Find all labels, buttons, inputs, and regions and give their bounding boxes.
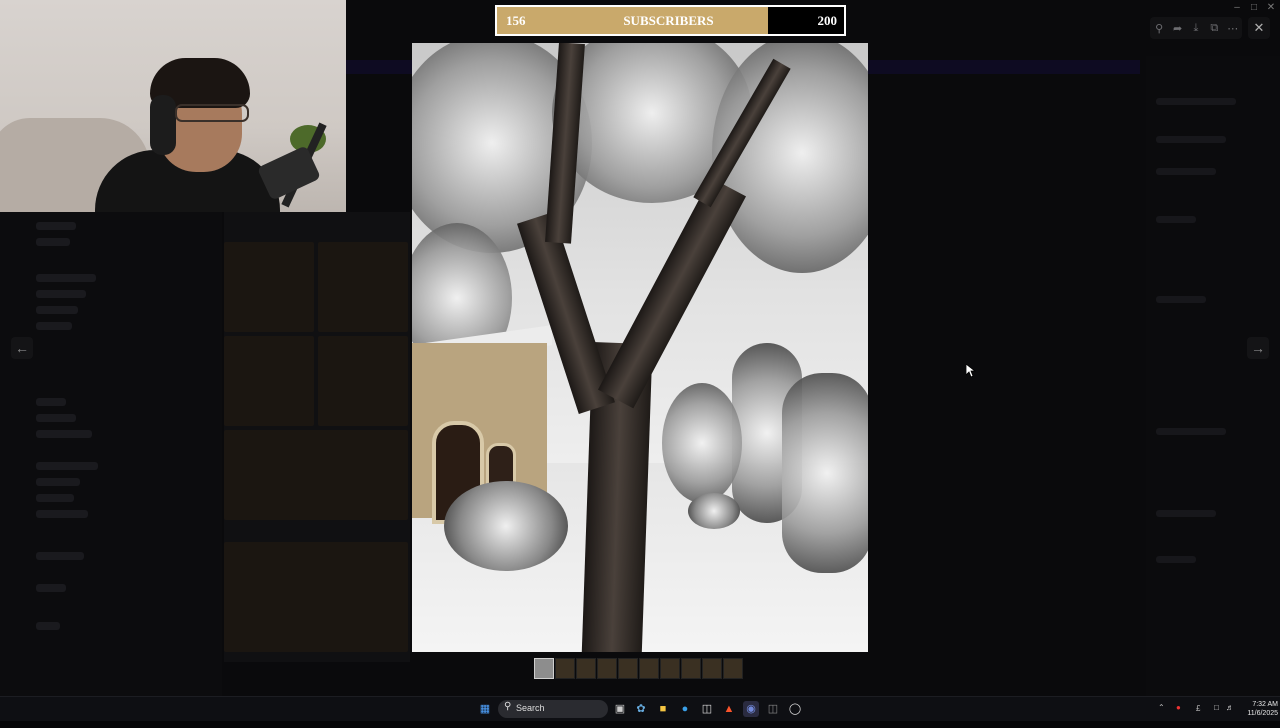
taskbar: ▦ ⚲ Search ▣ ✿ ■ ● ◫ ▲ ◉ ◫ ◯ ⌃ ● £ □ ♬ 7… <box>0 696 1280 721</box>
open-external-icon[interactable]: ⧉ <box>1206 22 1222 35</box>
zoom-icon[interactable]: ⚲ <box>1151 22 1167 35</box>
arrow-left-icon: ← <box>15 340 29 356</box>
subscriber-label: SUBSCRIBERS <box>623 13 714 28</box>
next-image-button[interactable]: → <box>1247 337 1269 359</box>
thumbnail[interactable] <box>639 658 659 679</box>
thumbnail[interactable] <box>597 658 617 679</box>
background-member-list <box>1146 56 1280 696</box>
microphone-icon[interactable]: ● <box>1176 703 1181 727</box>
currency-icon[interactable]: £ <box>1196 704 1200 728</box>
file-explorer-icon[interactable]: ■ <box>655 701 671 717</box>
xbox-icon[interactable]: ◫ <box>765 701 781 717</box>
more-icon[interactable]: ⋯ <box>1225 22 1241 35</box>
clock-time: 7:32 AM <box>1252 701 1278 708</box>
windows-start-icon[interactable]: ▦ <box>477 701 493 717</box>
previous-image-button[interactable]: ← <box>11 337 33 359</box>
thumbnail[interactable] <box>723 658 743 679</box>
thumbnail[interactable] <box>618 658 638 679</box>
taskbar-search[interactable]: ⚲ Search <box>498 700 608 718</box>
volume-icon[interactable]: ♬ <box>1226 703 1234 727</box>
task-view-icon[interactable]: ▣ <box>612 701 628 717</box>
chrome-icon[interactable]: ◯ <box>787 701 803 717</box>
thumbnail-strip <box>534 658 746 679</box>
search-label: Search <box>516 703 545 713</box>
search-icon: ⚲ <box>504 701 512 712</box>
share-icon[interactable]: ➦ <box>1170 22 1186 35</box>
mouse-cursor <box>966 364 976 378</box>
edge-icon[interactable]: ● <box>677 701 693 717</box>
viewer-toolbar: ⚲ ➦ ⤓ ⧉ ⋯ <box>1150 17 1242 39</box>
thumbnail[interactable] <box>534 658 554 679</box>
clock-date: 11/6/2025 <box>1247 710 1278 717</box>
viewer-image-snowy-tree[interactable] <box>412 43 868 652</box>
thumbnail[interactable] <box>702 658 722 679</box>
discord-icon[interactable]: ◉ <box>743 701 759 717</box>
window-close-button[interactable]: ✕ <box>1262 0 1280 16</box>
subscriber-goal-bar: 156 SUBSCRIBERS 200 <box>495 5 846 36</box>
close-icon: ✕ <box>1253 20 1265 35</box>
tray-chevron-icon[interactable]: ⌃ <box>1158 703 1165 727</box>
taskbar-clock[interactable]: 7:32 AM 11/6/2025 <box>1238 700 1278 718</box>
thumbnail[interactable] <box>576 658 596 679</box>
background-channel-list <box>0 212 222 696</box>
brave-icon[interactable]: ▲ <box>721 701 737 717</box>
close-viewer-button[interactable]: ✕ <box>1248 17 1270 39</box>
background-image-grid <box>224 212 410 662</box>
arrow-right-icon: → <box>1251 340 1265 356</box>
webcam-feed <box>0 0 346 212</box>
copilot-icon[interactable]: ✿ <box>633 701 649 717</box>
subscriber-goal-count: 200 <box>817 13 838 28</box>
store-icon[interactable]: ◫ <box>699 701 715 717</box>
download-icon[interactable]: ⤓ <box>1188 22 1204 35</box>
minimize-button[interactable]: – <box>1228 0 1246 16</box>
thumbnail[interactable] <box>555 658 575 679</box>
thumbnail[interactable] <box>660 658 680 679</box>
thumbnail[interactable] <box>681 658 701 679</box>
maximize-button[interactable]: □ <box>1245 0 1263 16</box>
network-icon[interactable]: □ <box>1214 703 1219 727</box>
